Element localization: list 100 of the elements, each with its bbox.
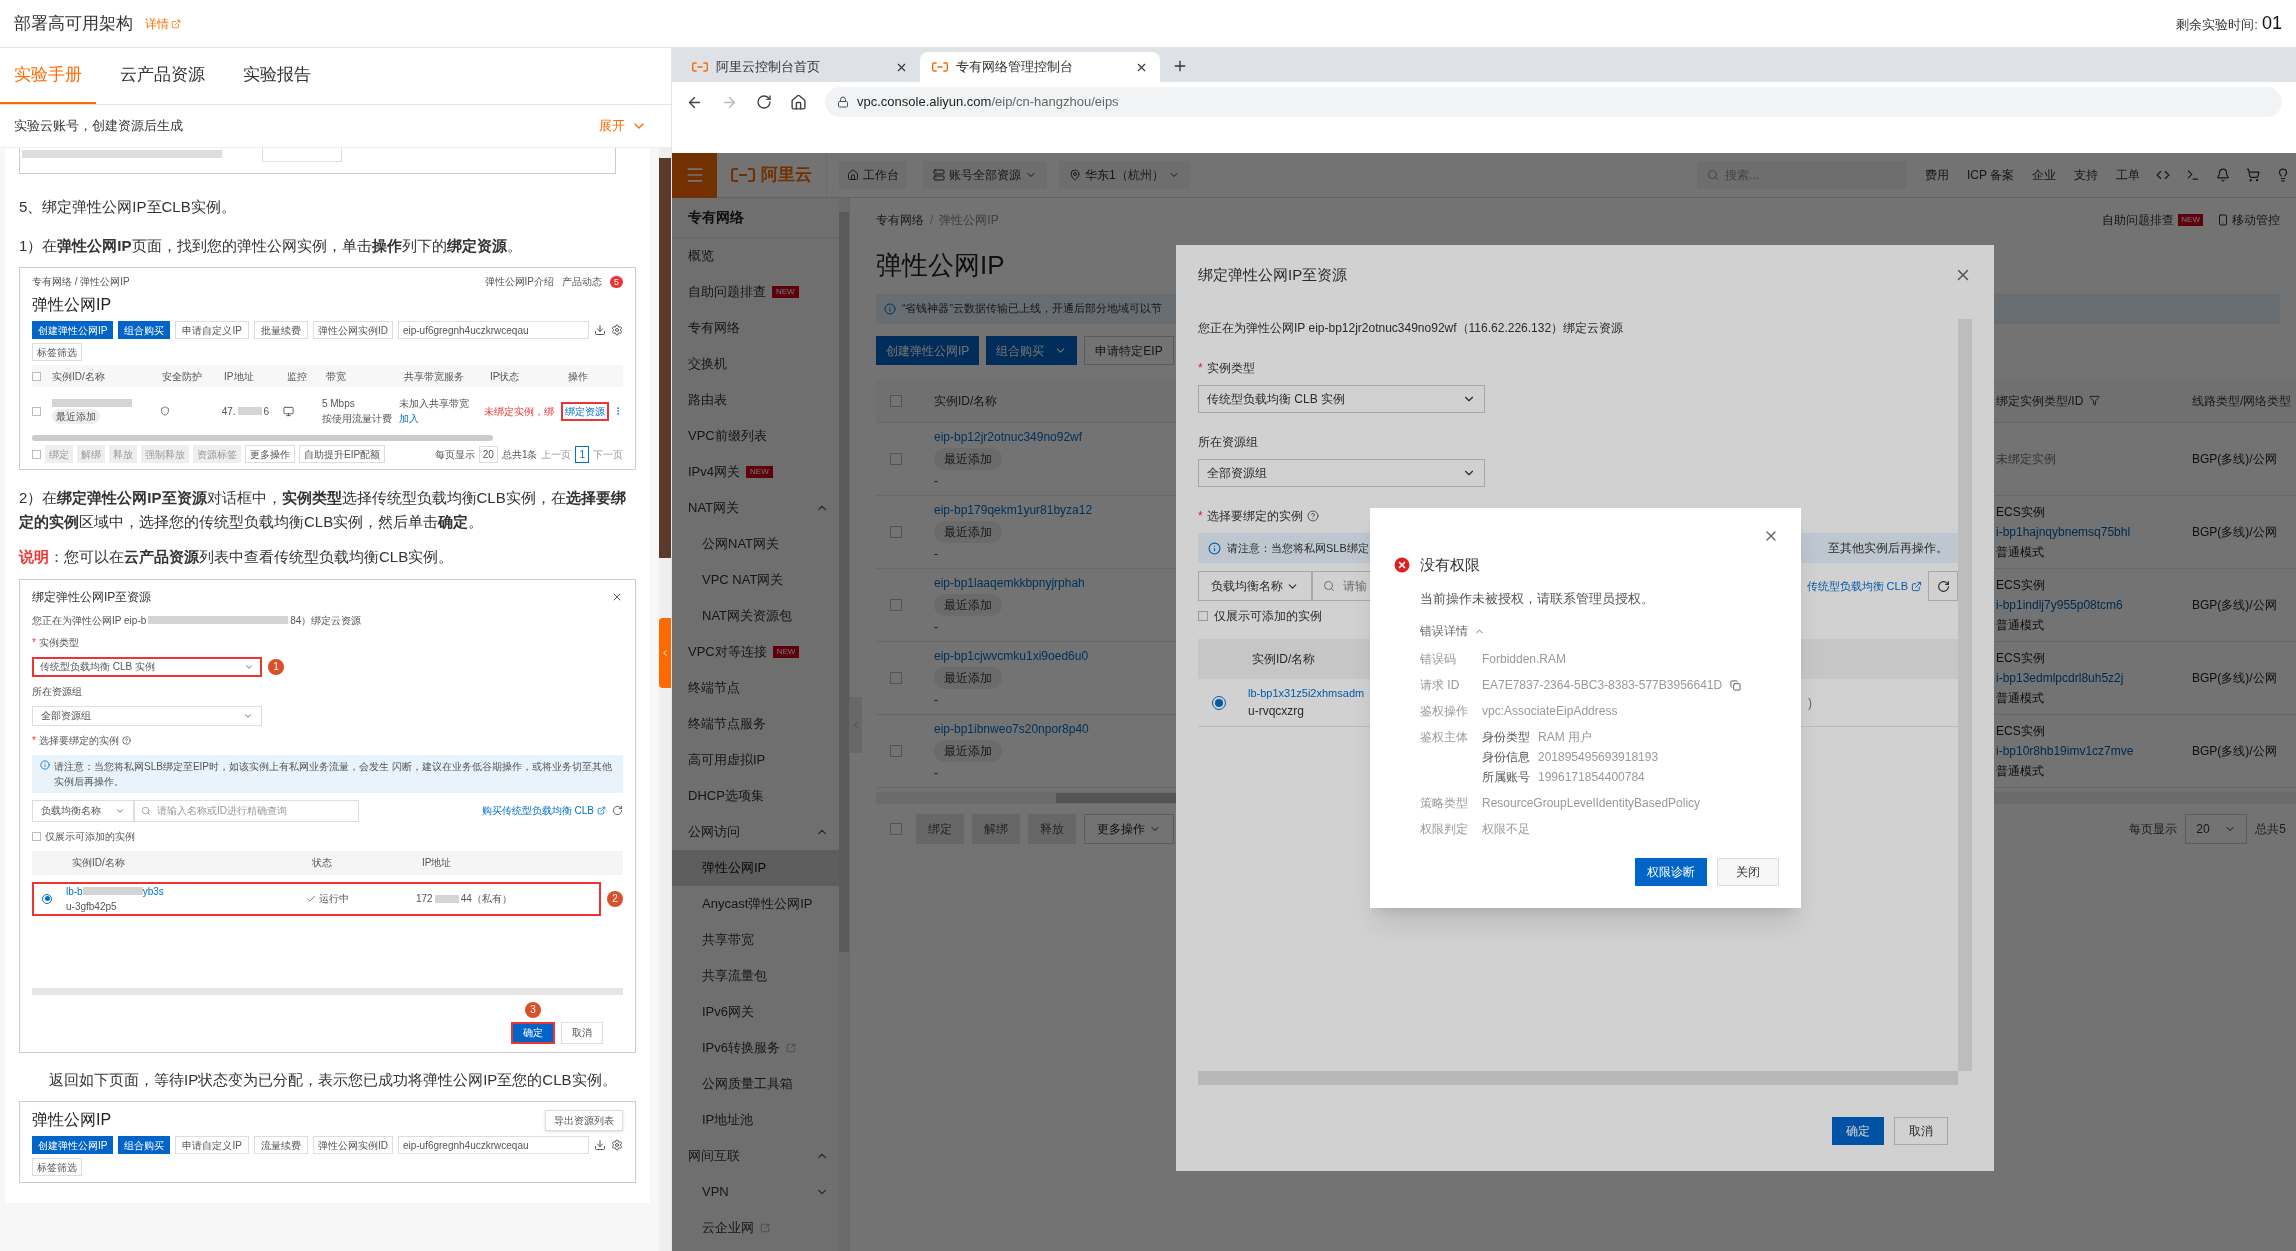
sidebar-item[interactable]: 自助问题排查 NEW — [672, 274, 839, 310]
scrollbar[interactable] — [32, 987, 623, 995]
nav-link[interactable]: 工单 — [2116, 166, 2140, 184]
checkbox[interactable] — [890, 453, 902, 465]
scrollbar-thumb[interactable] — [839, 212, 849, 952]
scrollbar[interactable] — [1958, 319, 1972, 1071]
checkbox[interactable] — [32, 371, 41, 381]
checkbox[interactable] — [32, 406, 41, 416]
instance-type-select[interactable]: 传统型负载均衡 CLB 实例 — [1198, 385, 1485, 413]
mini-button[interactable]: 组合购买 — [118, 1136, 171, 1154]
copy-icon[interactable] — [1730, 679, 1742, 691]
checkbox[interactable] — [890, 823, 902, 835]
toolbar-button[interactable]: 申请特定EIP — [1084, 336, 1174, 365]
page-number-button[interactable]: 1 — [575, 445, 589, 463]
nav-link[interactable]: 企业 — [2032, 166, 2056, 184]
sidebar-item[interactable]: 网间互联 — [672, 1138, 839, 1174]
details-toggle[interactable]: 错误详情 — [1420, 622, 1485, 640]
refresh-button[interactable] — [1928, 571, 1958, 601]
instance-id-link[interactable]: i-bp1indlj7y955p08tcm6 — [1996, 596, 2123, 614]
cancel-button[interactable]: 取消 — [561, 1021, 603, 1044]
sidebar-item[interactable]: IPv6网关 — [672, 994, 839, 1030]
sidebar-item[interactable]: VPC前缀列表 — [672, 418, 839, 454]
search-field[interactable]: eip-uf6gregnh4uczkrwceqau — [397, 1136, 589, 1154]
sidebar-item[interactable]: 专有网络 — [672, 310, 839, 346]
sidebar-item[interactable]: 公网质量工具箱 — [672, 1066, 839, 1102]
buy-clb-link[interactable]: 购买传统型负载均衡 CLB — [481, 803, 606, 818]
eip-id-link[interactable]: eip-bp1laaqemkkbpnyjrphah — [934, 574, 1085, 592]
sidebar-item[interactable]: 终端节点服务 — [672, 706, 839, 742]
mini-button[interactable]: 申请自定义IP — [175, 321, 249, 339]
instance-id-link[interactable]: yb3s — [142, 883, 164, 899]
filter-select[interactable]: 弹性公网实例ID — [312, 321, 393, 339]
close-button[interactable]: 关闭 — [1717, 858, 1779, 886]
menu-button[interactable] — [672, 153, 717, 198]
terminal-icon[interactable] — [2186, 168, 2200, 182]
refresh-icon[interactable] — [612, 805, 623, 816]
sidebar-item[interactable]: VPN — [672, 1174, 839, 1210]
sidebar-item[interactable]: DHCP选项集 — [672, 778, 839, 814]
sidebar-item[interactable]: 交换机 — [672, 346, 839, 382]
bind-resource-link[interactable]: 绑定资源 — [561, 401, 609, 421]
eip-id-link[interactable]: eip-bp1cjwvcmku1xi9oed6u0 — [934, 647, 1089, 665]
bulk-button[interactable]: 自助提升EIP配额 — [299, 445, 386, 463]
expand-button[interactable]: 展开 — [599, 116, 647, 136]
search-field[interactable]: 请输入名称或ID进行精确查询 — [134, 799, 359, 822]
bulk-button[interactable]: 更多操作 — [245, 445, 295, 463]
scrollbar-thumb[interactable] — [659, 158, 671, 558]
instance-id-link[interactable]: i-bp1hajnqybnemsq75bhl — [1996, 523, 2131, 541]
filter-select[interactable]: 负载均衡名称 — [32, 799, 134, 822]
help-link[interactable]: 自助问题排查 — [2102, 211, 2175, 229]
help-link[interactable]: 产品动态 — [562, 274, 602, 289]
sidebar-item[interactable]: 共享流量包 — [672, 958, 839, 994]
bulk-button[interactable]: 更多操作 — [1084, 814, 1174, 844]
mini-button[interactable]: 组合购买 — [118, 321, 171, 339]
sidebar-item[interactable]: 终端节点 — [672, 670, 839, 706]
tag-filter-button[interactable]: 标签筛选 — [32, 343, 82, 361]
page-size-select[interactable]: 20 — [2185, 814, 2248, 844]
sidebar-item[interactable]: 高可用虚拟IP — [672, 742, 839, 778]
checkbox[interactable] — [890, 599, 902, 611]
toolbar-button[interactable]: 创建弹性公网IP — [876, 336, 980, 365]
monitor-icon[interactable] — [283, 405, 295, 417]
workbench-link[interactable]: 工作台 — [839, 161, 907, 189]
buy-clb-link[interactable]: 传统型负载均衡 CLB — [1806, 577, 1922, 595]
browser-tab[interactable]: 专有网络管理控制台 — [920, 52, 1160, 82]
download-icon[interactable] — [594, 1139, 606, 1151]
breadcrumb-link[interactable]: 专有网络 — [876, 211, 924, 229]
notifications-icon[interactable] — [2216, 168, 2230, 182]
tab[interactable]: 实验报告 — [229, 48, 325, 104]
resource-group-select[interactable]: 全部资源组 — [1198, 459, 1485, 487]
tab[interactable]: 云产品资源 — [106, 48, 219, 104]
sidebar-item[interactable]: IPv6转换服务 — [672, 1030, 839, 1066]
resource-group-select[interactable]: 全部资源组 — [32, 705, 262, 726]
instance-id-link[interactable]: lb-bp1x31z5i2xhmsadm — [1248, 685, 1365, 702]
mini-button[interactable]: 创建弹性公网IP — [32, 1136, 114, 1154]
home-icon[interactable] — [790, 93, 807, 111]
address-bar[interactable]: vpc.console.aliyun.com/eip/cn-hangzhou/eips — [825, 87, 2282, 117]
scrollbar[interactable] — [1198, 1071, 1958, 1085]
sidebar-item[interactable]: Anycast弹性公网IP — [672, 886, 839, 922]
mini-button[interactable]: 批量续费 — [253, 321, 308, 339]
mini-button[interactable]: 申请自定义IP — [175, 1136, 249, 1154]
settings-icon[interactable] — [611, 1139, 623, 1151]
sidebar-item[interactable]: VPC NAT网关 — [672, 562, 839, 598]
search-field[interactable]: eip-uf6gregnh4uczkrwceqau — [397, 321, 589, 339]
download-icon[interactable] — [594, 324, 606, 336]
sidebar-item[interactable]: IP地址池 — [672, 1102, 839, 1138]
instance-id-link[interactable]: i-bp10r8hb19imv1cz7mve — [1996, 742, 2134, 760]
sidebar-item[interactable]: IPv4网关 NEW — [672, 454, 839, 490]
sidebar-item[interactable]: 云企业网 — [672, 1210, 839, 1246]
checkbox[interactable] — [890, 526, 902, 538]
nav-link[interactable]: 费用 — [1924, 166, 1949, 184]
eip-id-link[interactable]: eip-bp12jr2otnuc349no92wf — [934, 428, 1083, 446]
sidebar-item[interactable]: VPC对等连接 NEW — [672, 634, 839, 670]
instance-id-link[interactable]: lb-b — [66, 883, 83, 899]
code-icon[interactable] — [2156, 168, 2170, 182]
sidebar-item[interactable]: 弹性公网IP — [672, 850, 839, 886]
sidebar-item[interactable]: 共享带宽 — [672, 922, 839, 958]
join-link[interactable]: 加入 — [399, 411, 420, 426]
instance-type-select[interactable]: 传统型负载均衡 CLB 实例 — [32, 656, 262, 677]
filter-select[interactable]: 负载均衡名称 — [1198, 571, 1312, 601]
cancel-button[interactable]: 取消 — [1894, 1117, 1948, 1145]
help-link[interactable]: 弹性公网IP介绍 — [484, 274, 554, 289]
checkbox[interactable] — [890, 394, 902, 407]
